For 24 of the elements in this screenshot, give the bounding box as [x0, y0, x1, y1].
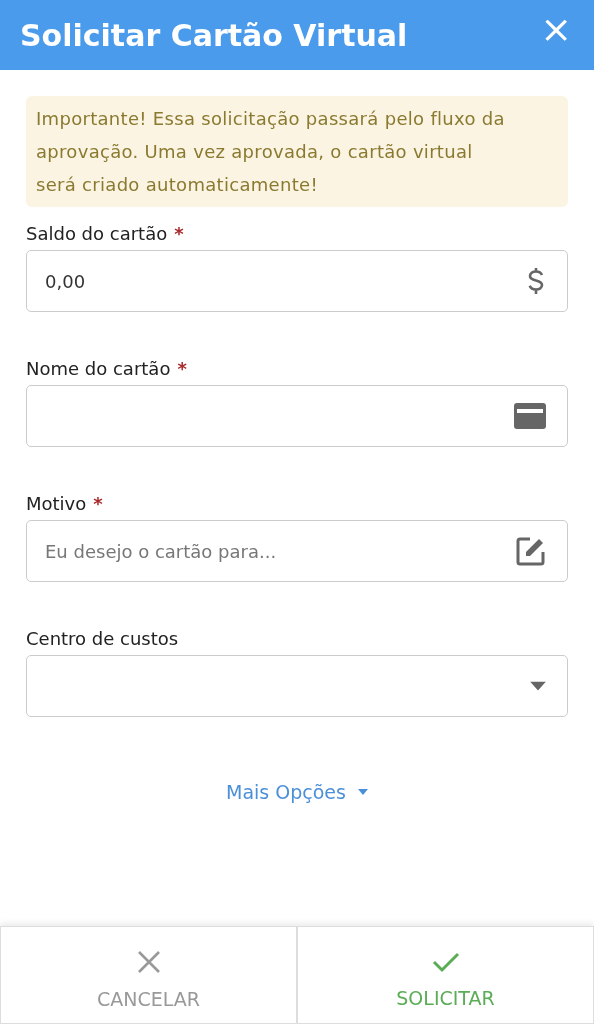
checkmark-icon: [431, 951, 460, 973]
credit-card-icon: [514, 403, 546, 429]
warning-notice: Importante! Essa solicitação passará pelo fluxo da aprovação. Uma vez aprovada, o cartão virtual será criado automaticamente!: [26, 96, 568, 207]
input-field[interactable]: Eu desejo o cartão para...: [26, 520, 568, 582]
input-field[interactable]: 0,00: [26, 250, 568, 312]
field-label: Nome do cartão: [26, 358, 171, 379]
input-field[interactable]: [26, 385, 568, 447]
submit-button[interactable]: SOLICITAR: [297, 926, 594, 1024]
caret-icon: [357, 789, 368, 795]
required-asterisk: *: [93, 493, 103, 514]
field-label: Centro de custos: [26, 628, 179, 649]
cancel-button[interactable]: CANCELAR: [0, 926, 297, 1024]
dropdown-field[interactable]: [26, 655, 568, 717]
caret-icon: [530, 681, 546, 691]
field-label: Saldo do cartão: [26, 223, 168, 244]
close-button[interactable]: ×: [540, 10, 572, 48]
field-label: Motivo: [26, 493, 87, 514]
edit-icon: [516, 536, 546, 566]
dollar-icon: [526, 266, 546, 296]
window-title: Solicitar Cartão Virtual: [20, 17, 408, 53]
required-asterisk: *: [174, 223, 184, 244]
required-asterisk: *: [177, 358, 187, 379]
more-options-link[interactable]: Mais Opções: [222, 777, 372, 807]
close-icon: [136, 950, 161, 974]
